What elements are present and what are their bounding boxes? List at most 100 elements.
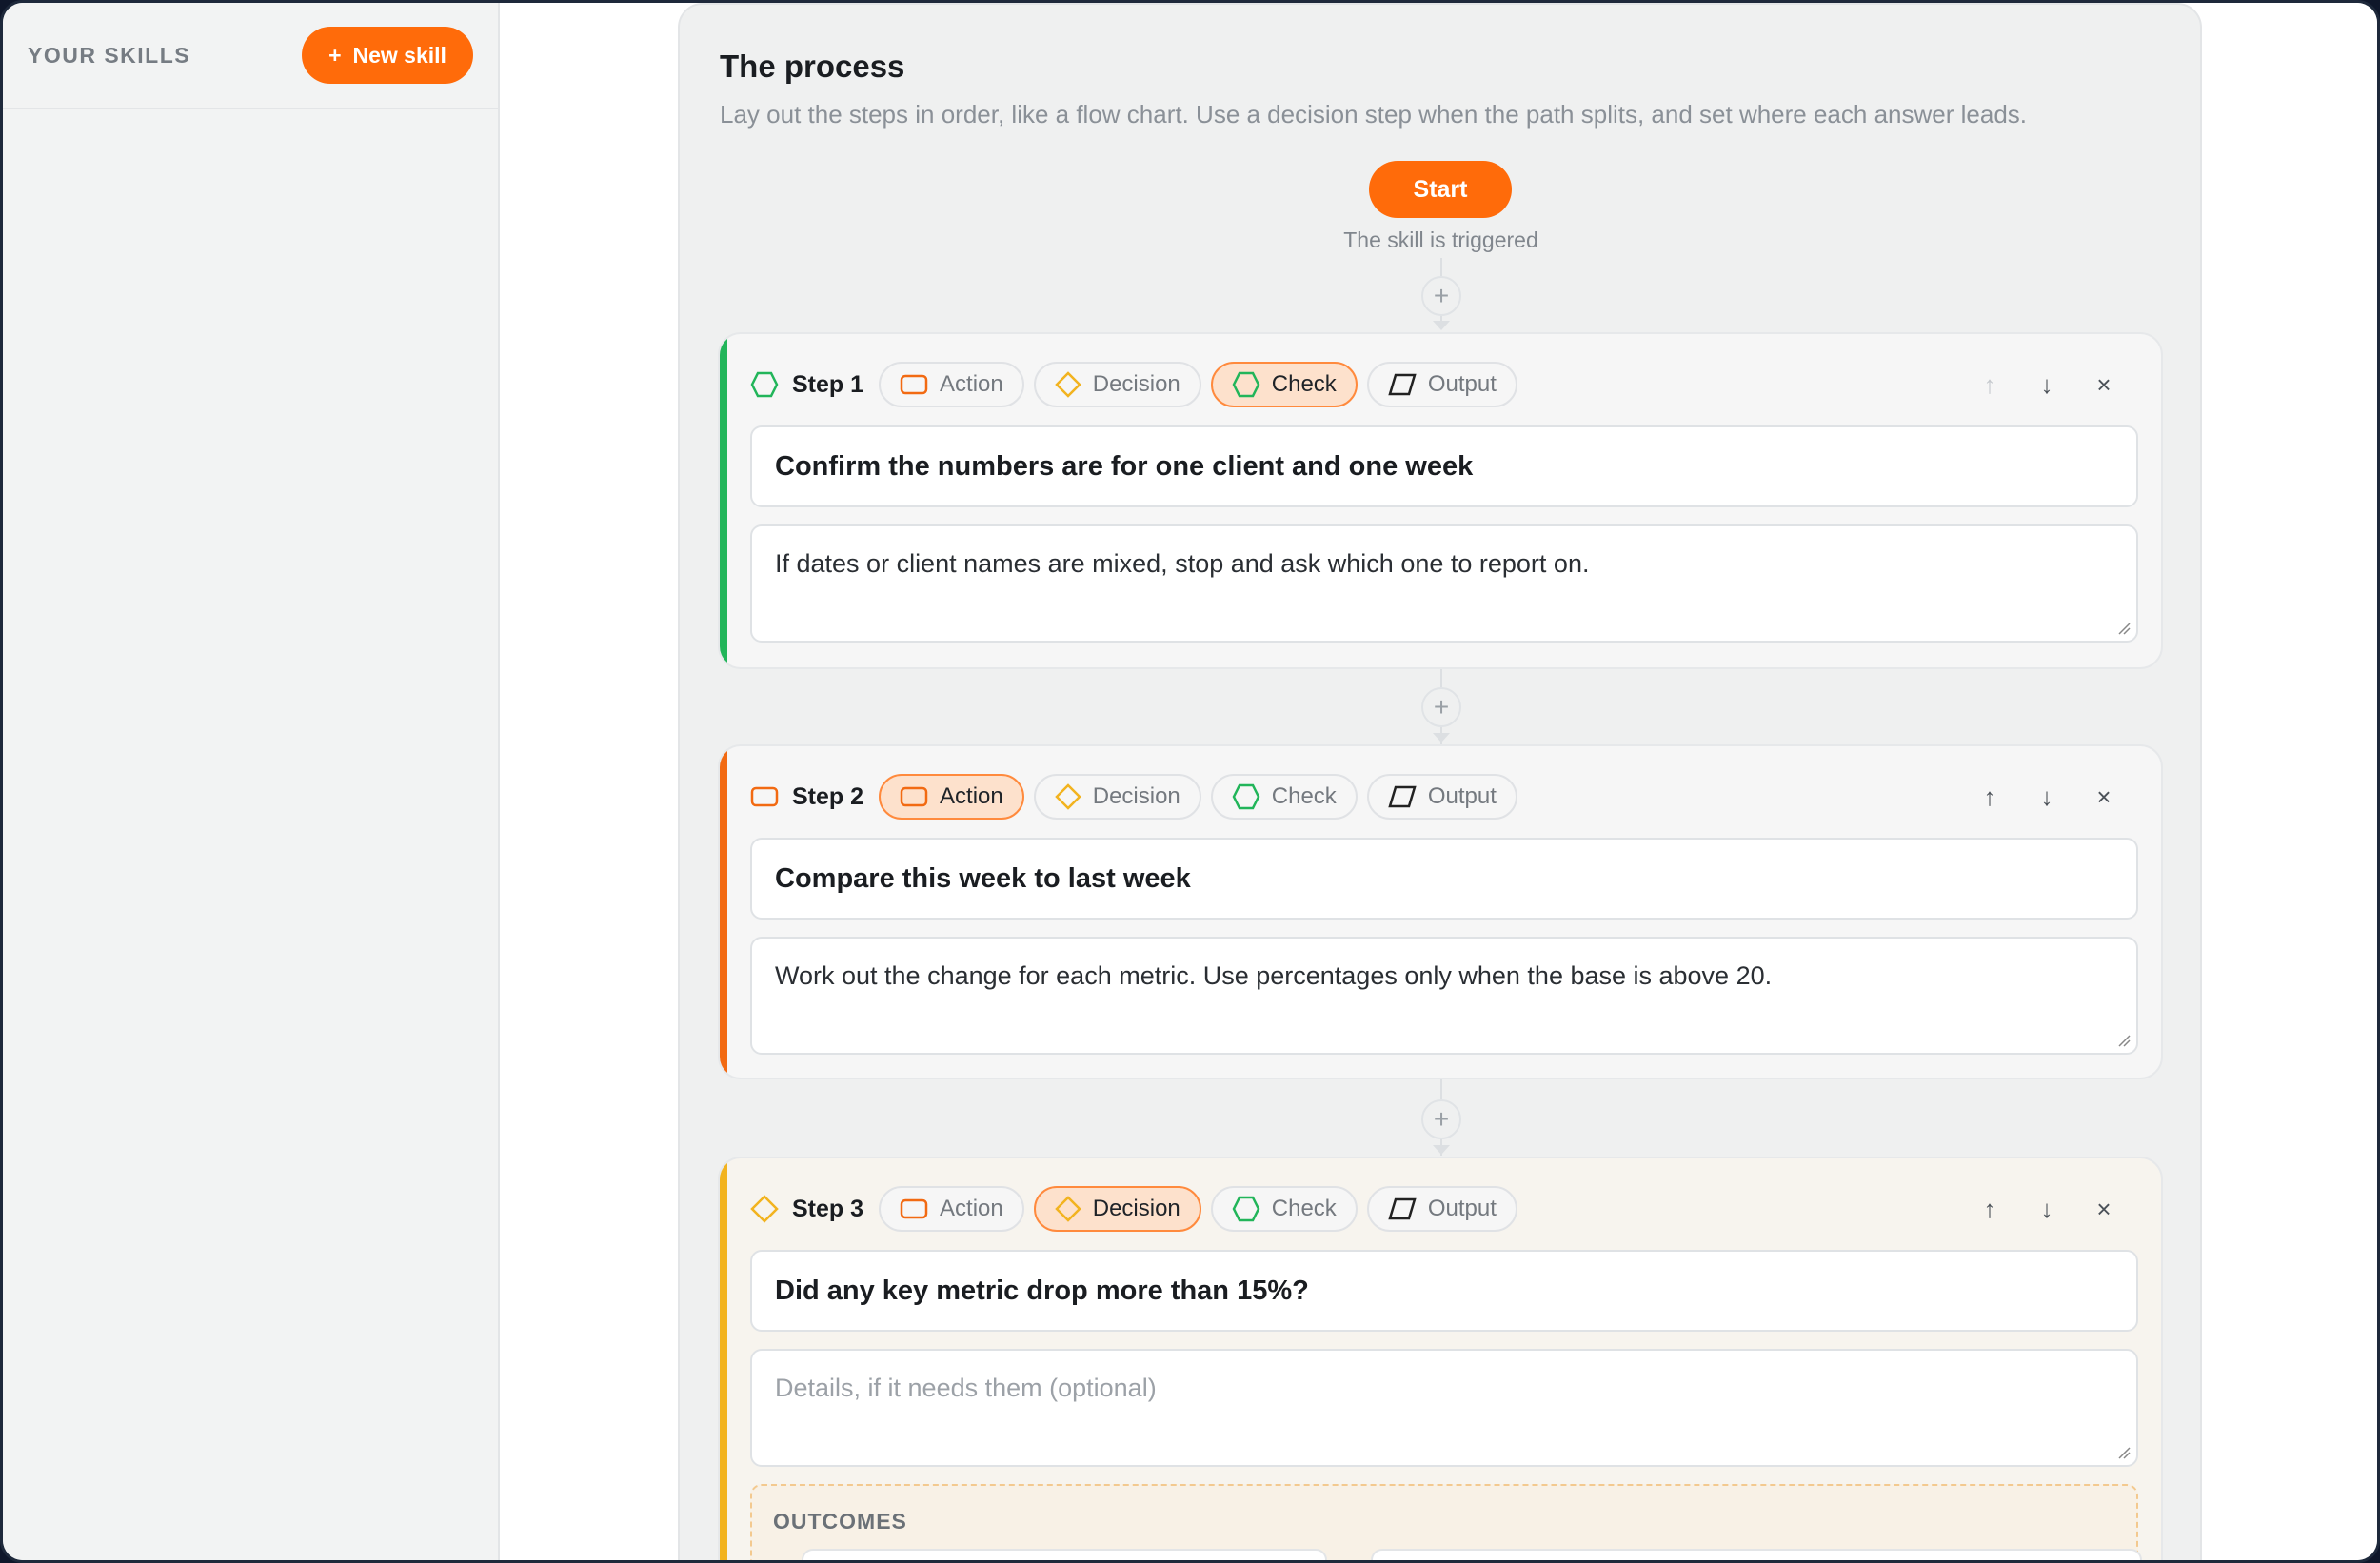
parallelogram-icon (1388, 1197, 1417, 1220)
add-step-button[interactable]: + (1421, 276, 1461, 316)
step-description: If dates or client names are mixed, stop… (775, 549, 1590, 578)
remove-step-button[interactable]: × (2075, 782, 2132, 812)
outcomes-section: OUTCOMES (750, 1484, 2142, 1560)
add-step-button[interactable]: + (1421, 1099, 1461, 1139)
rectangle-icon (750, 786, 779, 807)
chip-label: Output (1427, 1196, 1497, 1221)
chip-label: Decision (1092, 1196, 1180, 1221)
step-controls: ↑ ↓ × (1961, 370, 2132, 400)
type-chip-check[interactable]: Check (1210, 362, 1358, 407)
resize-grip-icon[interactable] (2117, 1446, 2131, 1459)
step-description-textarea[interactable]: If dates or client names are mixed, stop… (750, 524, 2138, 643)
remove-step-button[interactable]: × (2075, 370, 2132, 400)
connector-arrow (1433, 321, 1450, 330)
type-chip-action[interactable]: Action (879, 362, 1024, 407)
rectangle-icon (900, 1198, 928, 1219)
step-description-textarea[interactable]: Details, if it needs them (optional) (750, 1349, 2138, 1467)
process-panel: The process Lay out the steps in order, … (678, 3, 2202, 1560)
diamond-icon (1054, 371, 1081, 398)
step-controls: ↑ ↓ × (1961, 1195, 2132, 1224)
step-number: Step 3 (792, 1195, 864, 1222)
type-chip-check[interactable]: Check (1210, 1186, 1358, 1232)
hexagon-icon (1232, 783, 1260, 810)
type-chip-decision[interactable]: Decision (1033, 1186, 1201, 1232)
chip-label: Output (1427, 371, 1497, 397)
connector-arrow (1433, 733, 1450, 742)
chip-label: Output (1427, 783, 1497, 809)
outcomes-label: OUTCOMES (773, 1509, 907, 1533)
parallelogram-icon (1388, 373, 1417, 396)
chip-label: Check (1271, 783, 1337, 809)
type-chip-action[interactable]: Action (879, 1186, 1024, 1232)
step-label: Step 3 (750, 1195, 863, 1223)
process-title: The process (720, 49, 905, 84)
chip-label: Action (940, 371, 1003, 397)
chip-label: Check (1271, 1196, 1337, 1221)
diamond-icon (750, 1195, 779, 1223)
diamond-icon (1054, 783, 1081, 810)
sidebar: YOUR SKILLS + New skill (3, 3, 500, 1560)
step-number: Step 2 (792, 782, 864, 810)
type-chip-action[interactable]: Action (879, 774, 1024, 820)
outcome-field[interactable] (802, 1549, 1327, 1560)
step-type-bar (720, 1158, 727, 1560)
sidebar-title: YOUR SKILLS (28, 42, 191, 68)
type-chip-decision[interactable]: Decision (1033, 774, 1201, 820)
plus-icon: + (328, 42, 342, 68)
type-chip-output[interactable]: Output (1366, 1186, 1517, 1232)
step-label: Step 1 (750, 370, 863, 399)
remove-step-button[interactable]: × (2075, 1195, 2132, 1224)
step-type-bar (720, 334, 727, 667)
step-card: Step 2 Action Decision Check Output ↑ ↓ … (718, 744, 2163, 1079)
chip-label: Decision (1092, 371, 1180, 397)
main-content: The process Lay out the steps in order, … (502, 3, 2377, 1560)
step-title-input[interactable]: Did any key metric drop more than 15%? (750, 1250, 2138, 1332)
step-title-input[interactable]: Confirm the numbers are for one client a… (750, 425, 2138, 507)
step-description-placeholder: Details, if it needs them (optional) (775, 1374, 1157, 1402)
hexagon-icon (1232, 371, 1260, 398)
move-up-button[interactable]: ↑ (1961, 370, 2018, 400)
chip-label: Check (1271, 371, 1337, 397)
type-chip-output[interactable]: Output (1366, 774, 1517, 820)
diamond-icon (1054, 1196, 1081, 1222)
start-caption: The skill is triggered (1343, 228, 1538, 252)
step-label: Step 2 (750, 783, 863, 811)
move-up-button[interactable]: ↑ (1961, 1195, 2018, 1224)
rectangle-icon (900, 374, 928, 395)
rectangle-icon (900, 786, 928, 807)
step-type-bar (720, 746, 727, 1078)
type-chip-decision[interactable]: Decision (1033, 362, 1201, 407)
outcome-field[interactable] (1371, 1549, 2142, 1560)
new-skill-label: New skill (352, 42, 446, 68)
start-node[interactable]: Start (1369, 161, 1512, 218)
sidebar-header: YOUR SKILLS + New skill (3, 3, 498, 109)
step-description: Work out the change for each metric. Use… (775, 961, 1773, 990)
process-subtitle: Lay out the steps in order, like a flow … (720, 100, 2027, 129)
hexagon-icon (750, 370, 779, 399)
add-step-button[interactable]: + (1421, 687, 1461, 727)
step-card: Step 1 Action Decision Check Output ↑ ↓ … (718, 332, 2163, 669)
step-description-textarea[interactable]: Work out the change for each metric. Use… (750, 937, 2138, 1055)
connector-arrow (1433, 1145, 1450, 1155)
type-chip-output[interactable]: Output (1366, 362, 1517, 407)
step-controls: ↑ ↓ × (1961, 782, 2132, 812)
resize-grip-icon[interactable] (2117, 1034, 2131, 1047)
resize-grip-icon[interactable] (2117, 622, 2131, 635)
type-chip-check[interactable]: Check (1210, 774, 1358, 820)
step-header: Step 3 Action Decision Check Output ↑ ↓ … (750, 1185, 2132, 1233)
move-down-button[interactable]: ↓ (2018, 1195, 2075, 1224)
move-down-button[interactable]: ↓ (2018, 782, 2075, 812)
chip-label: Action (940, 783, 1003, 809)
chip-label: Action (940, 1196, 1003, 1221)
chip-label: Decision (1092, 783, 1180, 809)
step-card: Step 3 Action Decision Check Output ↑ ↓ … (718, 1157, 2163, 1560)
step-number: Step 1 (792, 370, 864, 398)
app-window: YOUR SKILLS + New skill The process Lay … (0, 0, 2380, 1563)
parallelogram-icon (1388, 785, 1417, 808)
step-title-input[interactable]: Compare this week to last week (750, 838, 2138, 920)
move-up-button[interactable]: ↑ (1961, 782, 2018, 812)
step-header: Step 2 Action Decision Check Output ↑ ↓ … (750, 773, 2132, 821)
move-down-button[interactable]: ↓ (2018, 370, 2075, 400)
new-skill-button[interactable]: + New skill (302, 27, 473, 84)
hexagon-icon (1232, 1196, 1260, 1222)
